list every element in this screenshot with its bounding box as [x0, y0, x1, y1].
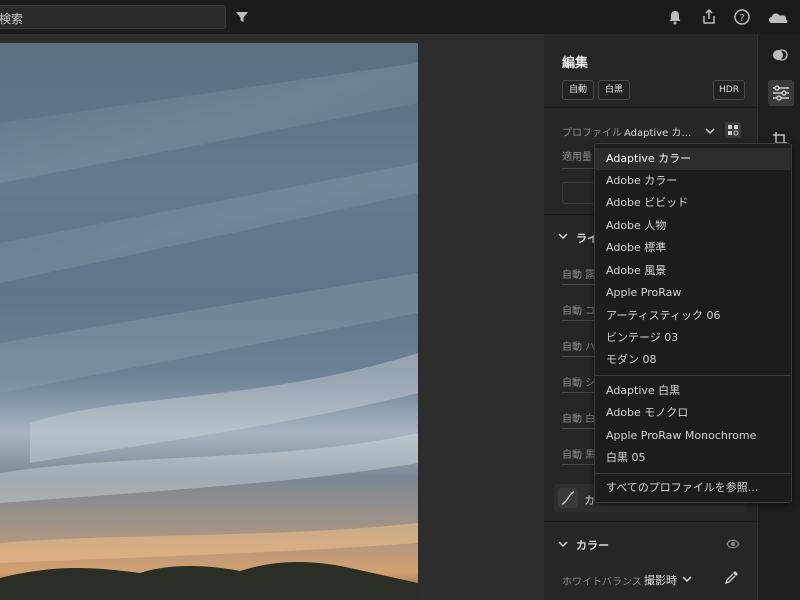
- menu-separator: [595, 473, 791, 474]
- menu-item[interactable]: Adobe 人物: [595, 215, 791, 237]
- search-input[interactable]: 検索: [0, 5, 226, 29]
- svg-text:?: ?: [739, 13, 744, 24]
- top-bar: 検索 ?: [0, 0, 800, 34]
- share-icon[interactable]: [700, 8, 718, 26]
- hdr-button[interactable]: HDR: [713, 80, 745, 100]
- white-balance-label: ホワイトバランス: [562, 577, 642, 588]
- masking-icon[interactable]: [771, 46, 789, 64]
- eye-icon[interactable]: [726, 539, 740, 549]
- edit-tool-button[interactable]: [768, 80, 794, 106]
- eyedropper-icon[interactable]: [724, 569, 740, 585]
- divider: [544, 521, 757, 522]
- profile-label: プロファイル: [562, 128, 622, 139]
- menu-item[interactable]: モダン 08: [595, 349, 791, 371]
- divider: [544, 107, 757, 108]
- menu-item[interactable]: Adaptive カラー: [595, 148, 791, 170]
- menu-item[interactable]: Apple ProRaw Monochrome: [595, 425, 791, 447]
- chevron-down-icon[interactable]: [558, 232, 568, 240]
- amount-label: 適用量: [562, 152, 592, 163]
- color-section-title[interactable]: カラー: [576, 537, 609, 553]
- help-icon[interactable]: ?: [733, 8, 751, 26]
- profile-dropdown-menu: Adaptive カラー Adobe カラー Adobe ビビッド Adobe …: [594, 143, 792, 503]
- bw-button[interactable]: 白黒: [598, 80, 630, 100]
- bell-icon[interactable]: [666, 8, 684, 26]
- menu-item[interactable]: Adobe ビビッド: [595, 192, 791, 214]
- menu-item[interactable]: ビンテージ 03: [595, 327, 791, 349]
- slider-label: 自動 シ: [562, 378, 596, 389]
- menu-item[interactable]: Adobe 風景: [595, 260, 791, 282]
- white-balance-value[interactable]: 撮影時: [644, 572, 677, 588]
- filter-icon[interactable]: [234, 9, 250, 25]
- menu-item[interactable]: Adaptive 白黒: [595, 380, 791, 402]
- slider-label: 自動 コ: [562, 306, 596, 317]
- menu-item[interactable]: Adobe モノクロ: [595, 402, 791, 424]
- sliders-icon: [773, 85, 789, 101]
- profile-browser-icon[interactable]: [724, 121, 742, 139]
- menu-item[interactable]: Adobe カラー: [595, 170, 791, 192]
- photo-image: [0, 43, 418, 600]
- panel-title: 編集: [562, 56, 589, 71]
- curve-icon[interactable]: [558, 488, 578, 508]
- chevron-down-icon[interactable]: [682, 575, 692, 583]
- chevron-down-icon[interactable]: [704, 126, 716, 136]
- menu-item[interactable]: アーティスティック 06: [595, 305, 791, 327]
- browse-all-profiles[interactable]: すべてのプロファイルを参照...: [595, 477, 791, 499]
- slider-label: 自動 ハ: [562, 342, 596, 353]
- photo-clouds: [0, 63, 418, 600]
- auto-button[interactable]: 自動: [562, 80, 594, 100]
- menu-separator: [595, 375, 791, 376]
- profile-value[interactable]: Adaptive カ…: [624, 124, 691, 139]
- slider-label: 自動 白: [562, 414, 596, 425]
- cloud-icon[interactable]: [766, 8, 790, 26]
- slider-label: 自動 黒: [562, 450, 596, 461]
- search-text: 検索: [0, 12, 24, 26]
- menu-item[interactable]: 白黒 05: [595, 447, 791, 469]
- menu-item[interactable]: Apple ProRaw: [595, 282, 791, 304]
- slider-label: 自動 露: [562, 270, 596, 281]
- menu-item[interactable]: Adobe 標準: [595, 237, 791, 259]
- chevron-down-icon[interactable]: [558, 540, 568, 548]
